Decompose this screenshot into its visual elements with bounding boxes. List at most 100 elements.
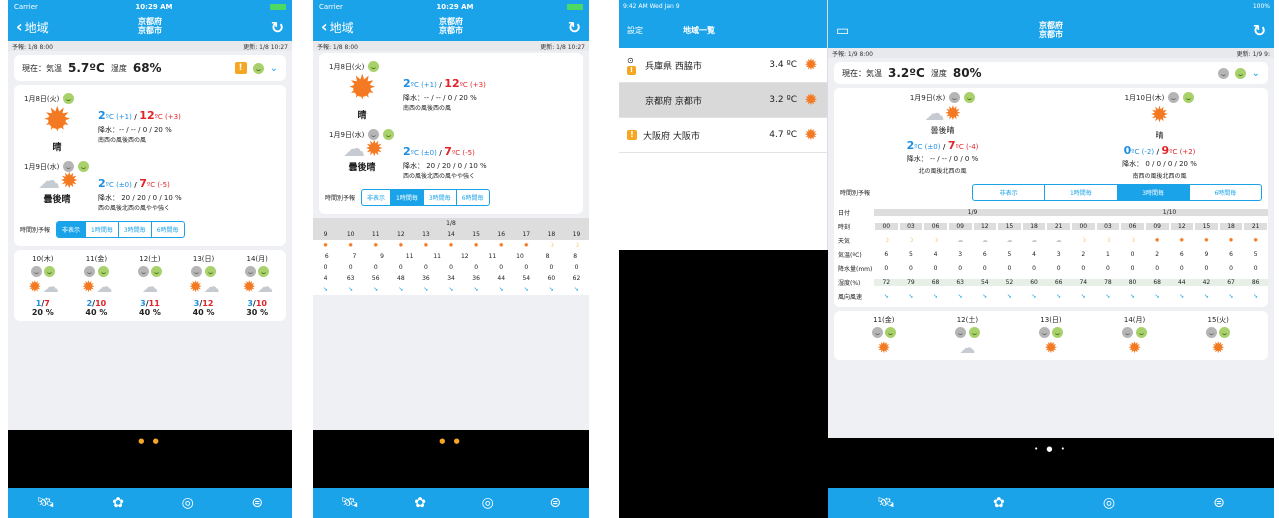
rain-cell: 0 [1130,264,1135,272]
time-cell: 06 [1121,222,1144,230]
humidity-cell: 68 [1144,278,1170,286]
toggle-icon[interactable]: ⊜ [549,495,561,511]
hour-cell: 18 [547,231,556,239]
flower-icon[interactable]: ✿ [993,495,1005,511]
neutral-face-icon [871,327,883,338]
camera-icon[interactable]: ◎ [482,495,494,511]
sidebar-item-region[interactable]: ! 大阪府 大阪市 4.7 ºC ✹ [619,118,827,153]
cloud-sun-icon: ☁✹ [924,101,962,125]
hourly-selector: 時間別予報 非表示 1時間毎 3時間毎 6時間毎 [14,217,286,242]
tablet-screen: 9:42 AM Wed Jan 9 設定 地域一覧 ⊙! 兵庫県 西脇市 3.4… [619,0,1274,518]
chevron-down-icon[interactable]: ⌄ [270,63,278,74]
time-cell: 00 [1072,222,1095,230]
rain-cell: 0 [549,264,554,272]
hour-weather-icon: ✹ [498,242,504,250]
tab-bar: 🛰 ✿ ◎ ⊜ [313,488,589,518]
sidebar-item-region[interactable]: 京都府 京都市 3.2 ºC ✹ [619,83,827,118]
week-temps: 3/12 [180,299,228,308]
phone-screen-1: Carrier 10:29 AM ‹ 地域 京都府 京都市 ↻ 予報: 1/8 8:… [8,0,292,518]
flower-icon[interactable]: ✿ [414,495,426,511]
hourly-hide-tab[interactable]: 非表示 [362,190,390,205]
neutral-face-icon [191,266,203,278]
neutral-face-icon [245,266,257,278]
cloud-icon: ☁ [96,277,113,297]
hourly-3h-tab[interactable]: 3時間毎 [117,222,151,238]
day-forecast-1: 1月9日(水) ☁✹ 曇後晴 2ºC (±0) / 7ºC (-4) 降水： -… [853,92,1033,180]
sidebar-toggle-icon[interactable]: ▭ [836,23,849,39]
toggle-icon[interactable]: ⊜ [1213,495,1225,511]
smiley-icon [968,327,980,338]
wind-arrow-icon: ➘ [982,292,988,300]
camera-icon[interactable]: ◎ [182,495,194,511]
temp-cell: 1 [1106,250,1110,258]
weather-icon: ✹☁ [233,279,281,297]
hourly-1h-tab[interactable]: 1時間毎 [85,222,118,238]
week-temps: 1/7 [19,299,67,308]
wind-arrow-icon: ➘ [1154,292,1160,300]
city-title: 京都市 [1039,29,1063,39]
status-time: 9:42 AM Wed Jan 9 [623,3,680,10]
weather-icon: ✹☁ [72,279,120,297]
hourly-6h-tab[interactable]: 6時間毎 [150,222,184,238]
refresh-icon[interactable]: ↻ [568,18,581,37]
humidity-cell: 34 [447,275,455,283]
hourly-1h-tab[interactable]: 1時間毎 [390,190,423,206]
warning-icon[interactable]: ! [234,62,247,74]
forecast-info-bar: 予報: 1/8 8:00 更新: 1/8 10:27 [8,41,292,51]
time-cell: 00 [875,222,898,230]
location-icon: ⊙! [627,56,639,75]
satellite-icon[interactable]: 🛰 [37,495,55,511]
hourly-6h-tab[interactable]: 6時間毎 [1188,185,1261,200]
hour-weather-icon: ✹ [373,242,379,250]
precip-chance: 降水： 20 / 20 / 0 / 10 % [98,193,182,202]
chevron-down-icon[interactable]: ⌄ [1252,68,1260,79]
settings-button[interactable]: 設定 [627,25,643,36]
prefecture-title: 京都府 [138,17,162,27]
wind-arrow-icon: ➘ [423,286,429,294]
back-button[interactable]: ‹ 地域 [321,19,354,36]
high-temp-diff: ºC (-5) [146,181,170,189]
cloud-icon: ☁ [141,277,158,297]
back-button[interactable]: ‹ 地域 [16,19,49,36]
cloud-icon: ☁ [203,277,220,297]
refresh-icon[interactable]: ↻ [1253,21,1266,40]
hourly-6h-tab[interactable]: 6時間毎 [455,190,489,206]
humidity-cell: 36 [422,275,430,283]
flower-icon[interactable]: ✿ [112,495,124,511]
time-cell: 18 [1219,222,1243,230]
rain-cell: 0 [424,264,428,272]
hourly-1h-tab[interactable]: 1時間毎 [1044,185,1116,200]
hour-cell: 13 [422,231,430,239]
hour-cell: 17 [522,231,531,239]
hourly-3h-tab[interactable]: 3時間毎 [1116,185,1189,200]
hour-weather-icon: ☽ [573,242,580,250]
camera-icon[interactable]: ◎ [1103,495,1115,511]
weather-icon: ✹ [1027,340,1075,356]
current-temp-label: 現在：気温 [842,68,882,78]
hourly-temp-row: 6 7 9 11 11 12 11 10 8 8 [313,251,589,262]
hourly-3h-tab[interactable]: 3時間毎 [422,190,456,206]
satellite-icon[interactable]: 🛰 [341,495,359,511]
hour-weather-icon: ✹ [448,242,454,250]
region-temp: 3.4 ºC [769,60,797,70]
satellite-icon[interactable]: 🛰 [877,495,895,511]
refresh-icon[interactable]: ↻ [271,18,284,37]
sunny-icon [43,100,71,140]
toggle-icon[interactable]: ⊜ [251,495,263,511]
hourly-label: 時間別予報 [840,190,871,197]
hourly-hide-tab[interactable]: 非表示 [973,185,1044,200]
week-day: 14(月) ✹☁ 3/10 30 % [233,254,281,317]
hourly-hide-tab[interactable]: 非表示 [57,222,86,238]
sidebar-item-region[interactable]: ⊙! 兵庫県 西脇市 3.4 ºC ✹ [619,48,827,83]
row-cells: ☽ ☽ ☽ ☁ ☁ ☁ ☁ ☁ ☽ ☽ ☽ ✹ ✹ ✹ ✹ ✹ [874,237,1268,244]
wind-arrow-icon: ➘ [1228,292,1234,300]
wind-arrow-icon: ➘ [523,286,529,294]
weather-icon: ☁ [126,279,174,297]
hour-weather-icon: ✹ [423,242,429,250]
prefecture-title: 京都府 [439,17,463,27]
hour-weather-icon: ☁ [957,236,964,244]
temp-cell: 11 [405,253,414,261]
humidity-cell: 44 [1169,278,1195,286]
rain-cell: 0 [574,264,579,272]
nav-title: 京都府 京都市 [313,17,589,36]
